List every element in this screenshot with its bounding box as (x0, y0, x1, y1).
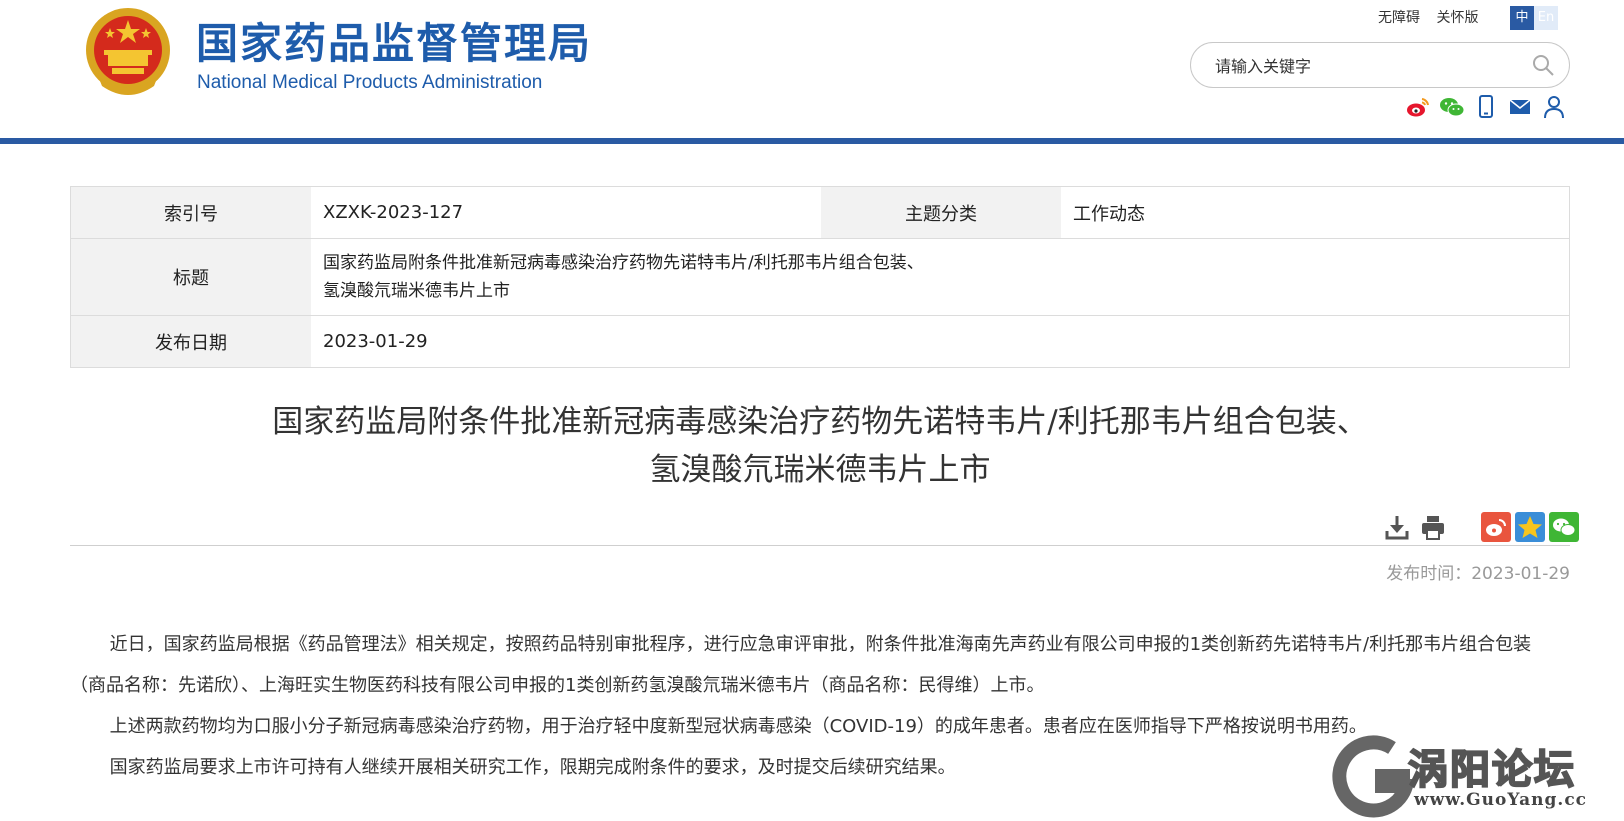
publish-time: 发布时间：2023-01-29 (1386, 564, 1570, 584)
national-emblem-icon (86, 8, 170, 95)
title-value-line1: 国家药监局附条件批准新冠病毒感染治疗药物先诺特韦片/利托那韦片组合包装、 (323, 253, 924, 273)
index-value: XZXK-2023-127 (323, 202, 464, 223)
site-title-cn[interactable]: 国家药品监督管理局 (196, 20, 592, 68)
article-title-line1: 国家药监局附条件批准新冠病毒感染治疗药物先诺特韦片/利托那韦片组合包装、 (272, 404, 1368, 440)
meta-row-title: 标题 国家药监局附条件批准新冠病毒感染治疗药物先诺特韦片/利托那韦片组合包装、 … (71, 239, 1569, 316)
weibo-icon[interactable] (1405, 94, 1431, 120)
share-qzone-icon[interactable] (1515, 512, 1545, 542)
article-paragraph: 近日，国家药监局根据《药品管理法》相关规定，按照药品特别审批程序，进行应急审评审… (70, 634, 1532, 696)
lang-zh-button[interactable]: 中 (1510, 6, 1534, 30)
article-body: 近日，国家药监局根据《药品管理法》相关规定，按照药品特别审批程序，进行应急审评审… (70, 624, 1550, 788)
mobile-icon[interactable] (1473, 94, 1499, 120)
top-links: 无障碍 关怀版 (1378, 8, 1490, 28)
date-label: 发布日期 (71, 316, 311, 367)
search-box (1190, 42, 1570, 88)
title-divider (70, 545, 1570, 546)
title-value: 国家药监局附条件批准新冠病毒感染治疗药物先诺特韦片/利托那韦片组合包装、 氢溴酸… (311, 239, 1569, 315)
date-value: 2023-01-29 (323, 331, 428, 352)
language-switch: 中 En (1510, 6, 1558, 30)
article-title: 国家药监局附条件批准新冠病毒感染治疗药物先诺特韦片/利托那韦片组合包装、 氢溴酸… (70, 398, 1570, 494)
article-paragraph: 上述两款药物均为口服小分子新冠病毒感染治疗药物，用于治疗轻中度新型冠状病毒感染（… (109, 716, 1367, 737)
article-tools (1383, 512, 1579, 542)
article-paragraph: 国家药监局要求上市许可持有人继续开展相关研究工作，限期完成附条件的要求，及时提交… (109, 757, 956, 778)
header-divider-bar (0, 138, 1624, 144)
mail-icon[interactable] (1507, 94, 1533, 120)
user-icon[interactable] (1541, 94, 1567, 120)
meta-row-date: 发布日期 2023-01-29 (71, 316, 1569, 367)
site-header: 国家药品监督管理局 National Medical Products Admi… (0, 0, 1624, 138)
lang-en-button[interactable]: En (1534, 6, 1558, 30)
accessibility-link[interactable]: 无障碍 (1378, 10, 1420, 26)
meta-info-table: 索引号 XZXK-2023-127 主题分类 工作动态 标题 国家药监局附条件批… (70, 186, 1570, 368)
print-icon[interactable] (1419, 513, 1447, 541)
wechat-icon[interactable] (1439, 94, 1465, 120)
watermark-name: 涡阳论坛 (1407, 746, 1576, 794)
article-title-line2: 氢溴酸氘瑞米德韦片上市 (649, 452, 991, 488)
title-value-line2: 氢溴酸氘瑞米德韦片上市 (323, 281, 510, 301)
social-links (1405, 94, 1567, 120)
care-mode-link[interactable]: 关怀版 (1436, 10, 1478, 26)
site-title-en[interactable]: National Medical Products Administration (197, 71, 542, 95)
category-label: 主题分类 (821, 187, 1061, 238)
title-label: 标题 (71, 239, 311, 315)
search-input[interactable] (1215, 53, 1515, 79)
index-label: 索引号 (71, 187, 311, 238)
share-wechat-icon[interactable] (1549, 512, 1579, 542)
watermark-url: www.GuoYang.cc (1414, 790, 1588, 810)
category-value: 工作动态 (1073, 203, 1145, 225)
share-weibo-icon[interactable] (1481, 512, 1511, 542)
meta-row-index: 索引号 XZXK-2023-127 主题分类 工作动态 (71, 187, 1569, 239)
download-icon[interactable] (1383, 513, 1411, 541)
search-icon[interactable] (1531, 53, 1555, 77)
